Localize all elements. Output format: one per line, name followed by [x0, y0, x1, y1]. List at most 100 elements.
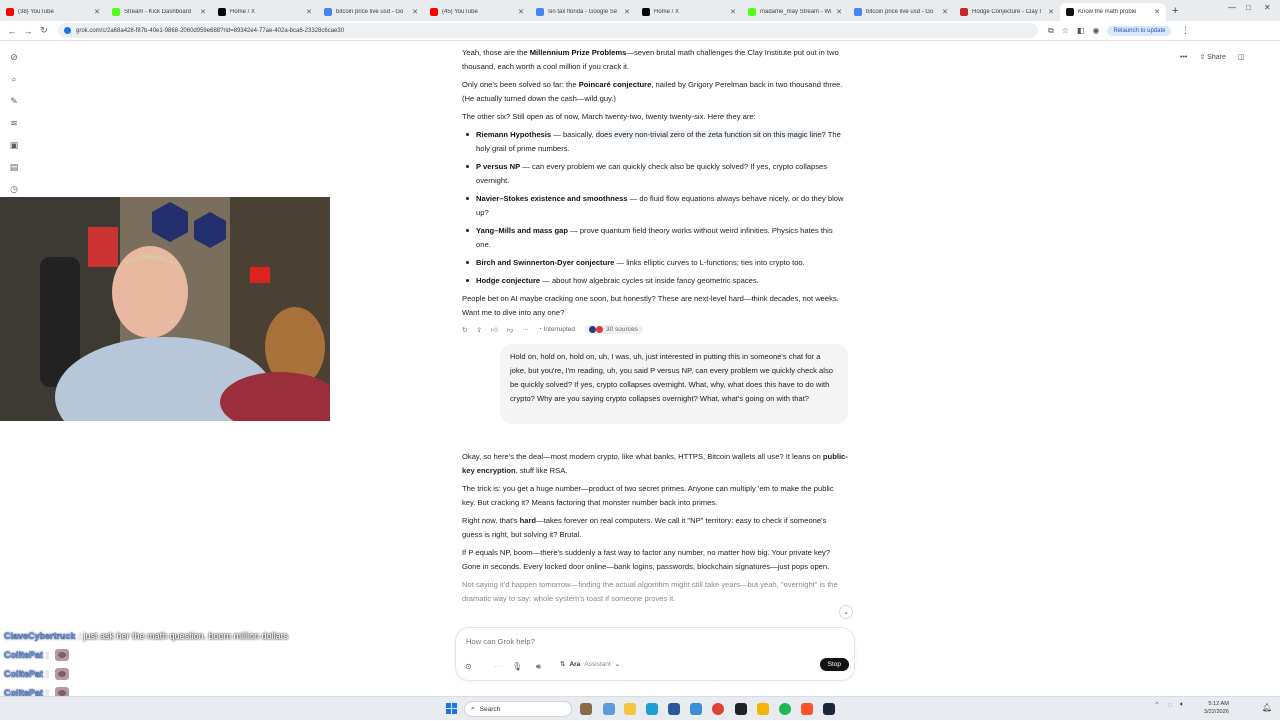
- close-tab-icon[interactable]: ✕: [518, 8, 524, 16]
- interrupted-status: ◔ Interrupted: [537, 326, 575, 333]
- stop-button[interactable]: Stop: [819, 658, 849, 671]
- install-icon[interactable]: ⧉: [1048, 26, 1054, 36]
- tools-icon[interactable]: ···: [494, 662, 502, 671]
- copilot-icon[interactable]: [603, 703, 615, 715]
- browser-tab[interactable]: Hodge Conjecture - Clay I ✕: [954, 3, 1060, 21]
- history-icon[interactable]: ◷: [8, 183, 20, 195]
- user-message: Hold on, hold on, hold on, uh, I was, uh…: [500, 344, 848, 424]
- browser-tab[interactable]: bitcoin price live usd - Go ✕: [318, 3, 424, 21]
- close-tab-icon[interactable]: ✕: [942, 8, 948, 16]
- forward-icon[interactable]: →: [20, 26, 36, 36]
- clock[interactable]: 5:12 AM 3/22/2026: [1204, 700, 1229, 716]
- browser-tab[interactable]: Stream - Kick Dashboard ✕: [106, 3, 212, 21]
- more-options-icon[interactable]: •••: [1180, 54, 1187, 61]
- photos-icon[interactable]: [690, 703, 702, 715]
- browser-tab[interactable]: Home / X ✕: [212, 3, 318, 21]
- steam-icon[interactable]: [823, 703, 835, 715]
- webcam-feed: [0, 197, 330, 421]
- thumbs-up-icon[interactable]: 👍︎: [491, 326, 498, 334]
- paragraph: If P equals NP, boom—there's suddenly a …: [462, 548, 830, 571]
- relaunch-button[interactable]: Relaunch to update: [1107, 25, 1172, 36]
- new-tab-icon[interactable]: +: [1172, 5, 1178, 17]
- imagine-icon[interactable]: ▣: [8, 139, 20, 151]
- paragraph: People bet on AI maybe cracking one soon…: [462, 294, 839, 317]
- close-tab-icon[interactable]: ✕: [1048, 8, 1054, 16]
- close-tab-icon[interactable]: ✕: [1154, 8, 1160, 16]
- widgets-icon[interactable]: [580, 703, 592, 715]
- assistant-message: Yeah, those are the Millennium Prize Pro…: [462, 46, 848, 324]
- network-icon[interactable]: ◌: [1168, 702, 1172, 709]
- list-item: Navier–Stokes existence and smoothness —…: [462, 192, 848, 220]
- speaker-icon[interactable]: 🔊︎: [536, 662, 541, 672]
- back-icon[interactable]: ←: [4, 26, 20, 36]
- maximize-icon[interactable]: □: [1246, 3, 1251, 12]
- grok-logo-icon[interactable]: ⊘: [8, 51, 20, 63]
- sources-button[interactable]: 30 sources: [583, 325, 643, 334]
- share-icon[interactable]: ⇪: [476, 326, 481, 334]
- windows-start-icon[interactable]: [446, 703, 458, 715]
- new-chat-icon[interactable]: ✎: [8, 95, 20, 107]
- obs-icon[interactable]: [735, 703, 747, 715]
- emote-icon: [54, 667, 69, 680]
- scroll-down-button[interactable]: ⌄: [839, 605, 853, 619]
- file-explorer-icon[interactable]: [624, 703, 636, 715]
- close-tab-icon[interactable]: ✕: [730, 8, 736, 16]
- tab-title: (38) YouTube: [18, 8, 54, 15]
- system-tray: ⌃ ◌ 🔈︎: [1154, 701, 1184, 709]
- paragraph: Right now, that's hard—takes forever on …: [462, 516, 827, 539]
- regenerate-icon[interactable]: ↻: [462, 326, 467, 334]
- attach-icon[interactable]: ⊙: [465, 662, 472, 671]
- list-item: Yang–Mills and mass gap — prove quantum …: [462, 224, 848, 252]
- chat-message: :: [46, 649, 49, 660]
- profile-icon[interactable]: ◉: [1092, 26, 1099, 36]
- tab-favicon-icon: [324, 7, 332, 16]
- tab-title: Home / X: [654, 8, 680, 15]
- mic-icon[interactable]: 🎙︎: [512, 662, 522, 671]
- browser-tab[interactable]: Home / X ✕: [636, 3, 742, 21]
- voice-icon[interactable]: ≋: [8, 117, 20, 129]
- close-tab-icon[interactable]: ✕: [836, 8, 842, 16]
- prompt-input[interactable]: [464, 636, 764, 647]
- browser-tab[interactable]: madame_may Stream - Wi ✕: [742, 3, 848, 21]
- volume-icon[interactable]: 🔈︎: [1180, 701, 1184, 709]
- browser-tab[interactable]: (45) YouTube ✕: [424, 3, 530, 21]
- tab-favicon-icon: [536, 7, 544, 16]
- site-info-icon[interactable]: [64, 27, 71, 34]
- minimize-icon[interactable]: —: [1228, 3, 1236, 12]
- brave-icon[interactable]: [801, 703, 813, 715]
- chrome-icon[interactable]: [712, 703, 724, 715]
- address-bar[interactable]: grok.com/c/2a68a428-f87b-40e1-9868-2060d…: [58, 23, 1038, 38]
- share-button[interactable]: ⇧ Share: [1199, 53, 1226, 61]
- close-tab-icon[interactable]: ✕: [624, 8, 630, 16]
- tab-favicon-icon: [112, 7, 120, 16]
- bookmark-icon[interactable]: ◫: [1238, 53, 1245, 61]
- spotify-icon[interactable]: [779, 703, 791, 715]
- tab-title: Hodge Conjecture - Clay I: [972, 8, 1042, 15]
- reload-icon[interactable]: ↻: [36, 25, 52, 36]
- edge-icon[interactable]: [646, 703, 658, 715]
- browser-menu-icon[interactable]: ⋮: [1177, 25, 1193, 36]
- close-tab-icon[interactable]: ✕: [200, 8, 206, 16]
- thumbs-down-icon[interactable]: 👎︎: [507, 326, 514, 334]
- browser-tab[interactable]: (38) YouTube ✕: [0, 3, 106, 21]
- browser-tab[interactable]: sin tax florida - Google Se ✕: [530, 3, 636, 21]
- tab-favicon-icon: [960, 7, 968, 16]
- close-tab-icon[interactable]: ✕: [306, 8, 312, 16]
- close-window-icon[interactable]: ✕: [1264, 3, 1271, 12]
- chevron-up-icon[interactable]: ⌃: [1154, 701, 1160, 709]
- warning-app-icon[interactable]: [757, 703, 769, 715]
- voice-icon: ⇅: [560, 661, 566, 668]
- projects-icon[interactable]: ▤: [8, 161, 20, 173]
- close-tab-icon[interactable]: ✕: [412, 8, 418, 16]
- store-icon[interactable]: [668, 703, 680, 715]
- taskbar-search[interactable]: ⌕ Search: [464, 701, 572, 717]
- more-icon[interactable]: ···: [522, 326, 529, 333]
- voice-selector[interactable]: ⇅ Ara Assistant ⌄: [560, 660, 620, 669]
- notifications-icon[interactable]: 🔔︎: [1262, 703, 1272, 712]
- browser-tab[interactable]: Know the math proble ✕: [1060, 2, 1166, 21]
- close-tab-icon[interactable]: ✕: [94, 8, 100, 16]
- search-icon[interactable]: ⌕: [8, 73, 20, 85]
- extensions-icon[interactable]: ◧: [1077, 26, 1085, 36]
- browser-tab[interactable]: bitcoin price live usd - Go ✕: [848, 3, 954, 21]
- bookmark-star-icon[interactable]: ☆: [1062, 26, 1069, 36]
